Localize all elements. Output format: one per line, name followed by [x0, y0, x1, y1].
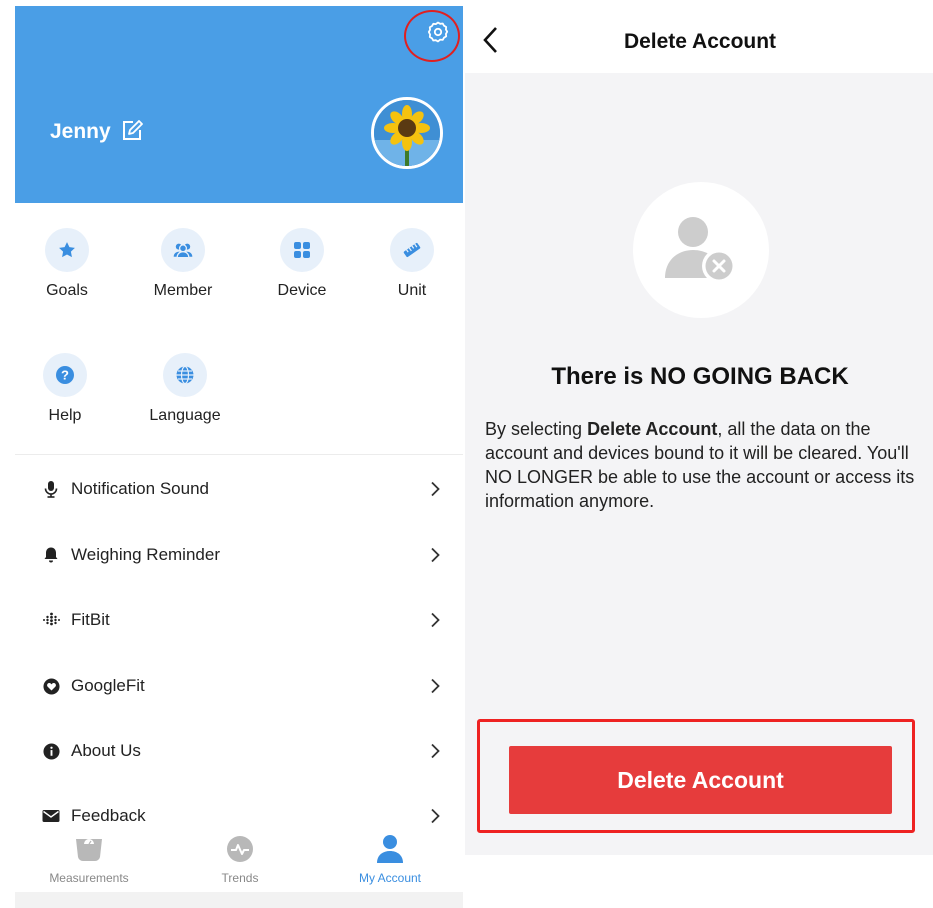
fitbit-icon [42, 611, 60, 629]
info-icon [42, 742, 60, 760]
quick-label: Device [277, 282, 327, 299]
menu-label: FitBit [71, 610, 110, 629]
bottom-blank-area [465, 855, 933, 908]
user-name: Jenny [50, 120, 111, 143]
chevron-right-icon [431, 808, 440, 824]
quick-goals[interactable]: Goals [22, 228, 112, 300]
globe-icon [163, 353, 207, 397]
ruler-icon [390, 228, 434, 272]
microphone-icon [42, 480, 60, 498]
quick-language[interactable]: Language [140, 353, 230, 425]
scale-icon [71, 834, 107, 864]
menu-about-us[interactable]: About Us [15, 723, 463, 779]
device-grid-icon [280, 228, 324, 272]
quick-label: Unit [397, 282, 427, 299]
profile-header: Jenny [15, 6, 463, 203]
members-icon [161, 228, 205, 272]
trends-icon [222, 834, 258, 864]
svg-text:?: ? [61, 368, 69, 383]
delete-account-screen: Delete Account There is NO GOING BACK By… [465, 0, 933, 908]
menu-label: Weighing Reminder [71, 545, 220, 564]
menu-label: Feedback [71, 806, 146, 825]
warning-title: There is NO GOING BACK [551, 363, 849, 390]
chevron-right-icon [431, 678, 440, 694]
help-icon: ? [43, 353, 87, 397]
quick-label: Goals [46, 282, 88, 299]
person-icon [372, 834, 408, 864]
bell-icon [42, 546, 60, 564]
tab-label: My Account [358, 871, 422, 885]
googlefit-icon [42, 677, 60, 695]
menu-fitbit[interactable]: FitBit [15, 592, 463, 648]
delete-account-button[interactable]: Delete Account [509, 746, 892, 814]
chevron-right-icon [431, 481, 440, 497]
tab-trends[interactable]: Trends [180, 834, 300, 885]
my-account-screen: Jenny Goals Member Device Unit ? Help La… [0, 0, 465, 908]
tab-label: Trends [221, 871, 259, 885]
top-bar: Delete Account [465, 0, 933, 73]
chevron-right-icon [431, 612, 440, 628]
menu-weighing-reminder[interactable]: Weighing Reminder [15, 527, 463, 583]
chevron-right-icon [431, 547, 440, 563]
warning-text: By selecting Delete Account, all the dat… [485, 417, 925, 513]
delete-account-body: There is NO GOING BACK By selecting Dele… [465, 73, 933, 855]
chevron-right-icon [431, 743, 440, 759]
user-remove-icon [633, 182, 769, 318]
menu-label: About Us [71, 741, 141, 760]
tab-label: Measurements [49, 871, 129, 885]
star-icon [45, 228, 89, 272]
quick-label: Language [149, 407, 221, 424]
bottom-tab-bar: Measurements Trends My Account [15, 832, 463, 892]
menu-notification-sound[interactable]: Notification Sound [15, 461, 463, 517]
mail-icon [42, 807, 60, 825]
edit-name-icon[interactable] [120, 119, 144, 143]
section-divider [15, 454, 463, 455]
warning-text-pre: By selecting [485, 419, 588, 439]
system-nav-bar [15, 892, 463, 908]
menu-googlefit[interactable]: GoogleFit [15, 658, 463, 714]
menu-label: Notification Sound [71, 479, 209, 498]
warning-text-bold: Delete Account [587, 419, 718, 439]
quick-help[interactable]: ? Help [20, 353, 110, 425]
quick-device[interactable]: Device [257, 228, 347, 300]
tab-my-account[interactable]: My Account [330, 834, 450, 885]
settings-gear-icon[interactable] [420, 14, 456, 50]
avatar[interactable] [371, 97, 443, 169]
quick-label: Member [153, 282, 213, 299]
quick-member[interactable]: Member [138, 228, 228, 300]
page-title: Delete Account [623, 30, 777, 53]
quick-label: Help [48, 407, 82, 424]
tab-measurements[interactable]: Measurements [29, 834, 149, 885]
quick-unit[interactable]: Unit [367, 228, 457, 300]
menu-label: GoogleFit [71, 676, 145, 695]
